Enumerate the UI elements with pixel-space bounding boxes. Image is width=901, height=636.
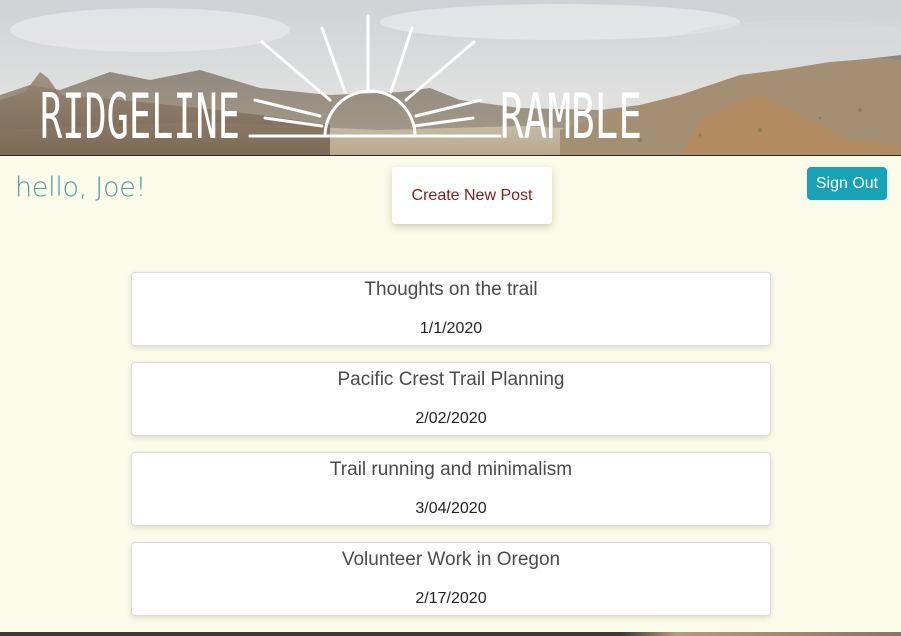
- post-title: Trail running and minimalism: [329, 459, 573, 480]
- sign-out-button[interactable]: Sign Out: [807, 167, 887, 200]
- post-title: Thoughts on the trail: [364, 279, 538, 300]
- post-title: Pacific Crest Trail Planning: [337, 369, 565, 390]
- post-date: 3/04/2020: [415, 500, 487, 517]
- header-banner: RIDGELINE RAMBLE: [0, 0, 901, 156]
- post-list: Thoughts on the trail 1/1/2020 Pacific C…: [131, 272, 771, 632]
- mountain-landscape-image: RIDGELINE RAMBLE: [0, 0, 901, 155]
- greeting-text: hello, Joe!: [15, 172, 147, 203]
- post-card[interactable]: Trail running and minimalism 3/04/2020: [131, 452, 771, 526]
- logo-title-right: RAMBLE: [500, 80, 642, 153]
- post-date: 1/1/2020: [419, 320, 483, 337]
- post-card[interactable]: Volunteer Work in Oregon 2/17/2020: [131, 542, 771, 616]
- logo-title-left: RIDGELINE: [40, 80, 240, 153]
- post-card[interactable]: Thoughts on the trail 1/1/2020: [131, 272, 771, 346]
- post-date: 2/17/2020: [415, 590, 487, 607]
- post-card[interactable]: Pacific Crest Trail Planning 2/02/2020: [131, 362, 771, 436]
- post-title: Volunteer Work in Oregon: [341, 549, 561, 570]
- create-new-post-button[interactable]: Create New Post: [392, 167, 552, 224]
- bottom-background-strip: [0, 632, 901, 636]
- post-date: 2/02/2020: [415, 410, 487, 427]
